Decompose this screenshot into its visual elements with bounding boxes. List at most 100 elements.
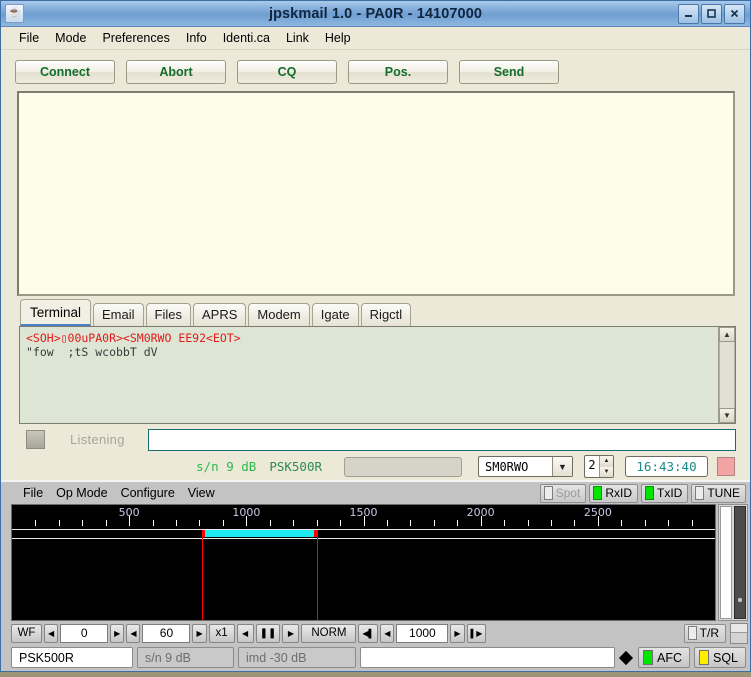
terminal-scrollbar[interactable]: ▲ ▼ bbox=[718, 327, 735, 423]
callsign-value: SM0RWO bbox=[485, 459, 529, 474]
scale-tick bbox=[433, 520, 435, 526]
maximize-icon[interactable] bbox=[701, 3, 722, 24]
prev-icon[interactable]: ◀ bbox=[236, 623, 254, 643]
next-icon[interactable]: ▶ bbox=[282, 623, 300, 643]
menu-item-preferences[interactable]: Preferences bbox=[94, 29, 177, 47]
close-icon[interactable] bbox=[724, 3, 745, 24]
scale-label: 1000 bbox=[232, 506, 261, 519]
wf-mode-button[interactable]: WF bbox=[11, 623, 42, 643]
spinner-buttons[interactable]: ▲ ▼ bbox=[599, 456, 613, 477]
step-back-icon[interactable]: ◀ bbox=[380, 623, 395, 643]
terminal-panel: <SOH>▯00uPA0R><SM0RWO EE92<EOT> "fow ;tS… bbox=[19, 326, 736, 424]
menu-item-help[interactable]: Help bbox=[317, 29, 359, 47]
fldigi-imd-field: imd -30 dB bbox=[238, 647, 356, 668]
fldigi-menu-opmode[interactable]: Op Mode bbox=[56, 486, 120, 500]
fldigi-toggle-group: Spot RxID TxID TUNE bbox=[539, 483, 750, 503]
fldigi-message-field[interactable] bbox=[360, 647, 615, 668]
progress-bar bbox=[344, 456, 462, 477]
tab-rigctl[interactable]: Rigctl bbox=[360, 303, 412, 326]
scroll-up-icon[interactable]: ▲ bbox=[719, 327, 735, 342]
connect-button[interactable]: Connect bbox=[15, 60, 115, 84]
left-arrow-icon-2[interactable]: ◀ bbox=[126, 623, 141, 643]
tab-email[interactable]: Email bbox=[93, 303, 144, 326]
scale-tick bbox=[574, 520, 576, 526]
fldigi-sn-field: s/n 9 dB bbox=[137, 647, 234, 668]
spot-toggle[interactable]: Spot bbox=[539, 483, 587, 503]
spinner-down-icon[interactable]: ▼ bbox=[600, 466, 613, 477]
retry-spinner[interactable]: 2 ▲ ▼ bbox=[584, 455, 614, 478]
tune-toggle[interactable]: TUNE bbox=[691, 483, 746, 503]
scroll-down-icon[interactable]: ▼ bbox=[719, 408, 735, 423]
step-forward-icon[interactable]: ▶ bbox=[450, 623, 465, 643]
scale-tick bbox=[199, 520, 201, 526]
tab-modem[interactable]: Modem bbox=[248, 303, 310, 326]
send-button[interactable]: Send bbox=[459, 60, 559, 84]
afc-toggle[interactable]: AFC bbox=[637, 647, 690, 668]
menu-item-mode[interactable]: Mode bbox=[47, 29, 94, 47]
menu-item-link[interactable]: Link bbox=[278, 29, 317, 47]
wf-level-value[interactable]: 60 bbox=[142, 623, 191, 643]
spinner-up-icon[interactable]: ▲ bbox=[600, 456, 613, 467]
pos-button[interactable]: Pos. bbox=[348, 60, 448, 84]
txid-toggle[interactable]: TxID bbox=[640, 483, 689, 503]
mode-label: PSK500R bbox=[269, 459, 322, 474]
tab-aprs[interactable]: APRS bbox=[192, 303, 247, 326]
terminal-line-1: <SOH>▯00uPA0R><SM0RWO EE92<EOT> bbox=[26, 331, 241, 345]
terminal-text[interactable]: <SOH>▯00uPA0R><SM0RWO EE92<EOT> "fow ;tS… bbox=[20, 327, 718, 423]
pause-icon[interactable]: ❚❚ bbox=[255, 623, 281, 643]
afc-diamond-icon bbox=[619, 649, 634, 666]
tr-led-icon bbox=[687, 626, 697, 640]
cq-button[interactable]: CQ bbox=[237, 60, 337, 84]
action-button-row: Connect Abort CQ Pos. Send bbox=[8, 56, 743, 91]
fldigi-mode-field[interactable]: PSK500R bbox=[11, 647, 133, 668]
scale-label: 2000 bbox=[466, 506, 495, 519]
command-input[interactable] bbox=[147, 428, 736, 451]
carrier-frequency-value[interactable]: 1000 bbox=[396, 623, 449, 643]
rewind-icon[interactable]: ◀▌ bbox=[358, 623, 379, 643]
tr-label: T/R bbox=[699, 626, 719, 640]
right-scroll-stub[interactable] bbox=[730, 622, 748, 644]
right-arrow-icon-2[interactable]: ▶ bbox=[192, 623, 207, 643]
fldigi-menu-file[interactable]: File bbox=[23, 486, 56, 500]
slider-knob[interactable] bbox=[734, 506, 746, 619]
scale-tick bbox=[35, 520, 37, 526]
scale-tick bbox=[668, 520, 670, 526]
callsign-select[interactable]: SM0RWO ▼ bbox=[478, 456, 573, 477]
wf-offset-value[interactable]: 0 bbox=[60, 623, 109, 643]
slider-track[interactable] bbox=[720, 506, 732, 619]
fldigi-panel: File Op Mode Configure View Spot RxID Tx… bbox=[1, 480, 750, 671]
waterfall-level-slider[interactable] bbox=[718, 504, 748, 621]
fldigi-menu-view[interactable]: View bbox=[188, 486, 228, 500]
tab-terminal[interactable]: Terminal bbox=[20, 299, 92, 326]
waterfall-divider-top bbox=[12, 529, 715, 530]
abort-button[interactable]: Abort bbox=[126, 60, 226, 84]
tr-toggle[interactable]: T/R bbox=[683, 623, 726, 643]
fast-forward-icon[interactable]: ▌▶ bbox=[466, 623, 487, 643]
minimize-icon[interactable] bbox=[678, 3, 699, 24]
norm-button[interactable]: NORM bbox=[301, 623, 357, 643]
fldigi-menu-configure[interactable]: Configure bbox=[121, 486, 188, 500]
tab-igate[interactable]: Igate bbox=[311, 303, 359, 326]
left-arrow-icon-1[interactable]: ◀ bbox=[44, 623, 59, 643]
main-output-area[interactable] bbox=[17, 91, 735, 296]
zoom-button[interactable]: x1 bbox=[208, 623, 235, 643]
waterfall-frequency-scale: 500 1000 1500 2000 2500 bbox=[12, 505, 715, 529]
waterfall-display[interactable]: 500 1000 1500 2000 2500 bbox=[11, 504, 716, 621]
right-arrow-icon-1[interactable]: ▶ bbox=[110, 623, 125, 643]
menu-item-info[interactable]: Info bbox=[178, 29, 215, 47]
rxid-toggle[interactable]: RxID bbox=[589, 483, 638, 503]
tab-files[interactable]: Files bbox=[145, 303, 191, 326]
terminal-line-2: "fow ;tS wcobbT dV bbox=[26, 345, 158, 359]
scale-tick bbox=[691, 520, 693, 526]
sql-toggle[interactable]: SQL bbox=[693, 647, 746, 668]
listening-label: Listening bbox=[70, 432, 125, 447]
scrollbar-track[interactable] bbox=[719, 342, 735, 408]
menu-item-identica[interactable]: Identi.ca bbox=[215, 29, 278, 47]
scale-tick bbox=[527, 520, 529, 526]
menu-bar: File Mode Preferences Info Identi.ca Lin… bbox=[1, 27, 750, 50]
scale-tick bbox=[644, 520, 646, 526]
scale-tick bbox=[293, 520, 295, 526]
scale-tick bbox=[340, 520, 342, 526]
menu-item-file[interactable]: File bbox=[11, 29, 47, 47]
chevron-down-icon[interactable]: ▼ bbox=[552, 457, 572, 476]
